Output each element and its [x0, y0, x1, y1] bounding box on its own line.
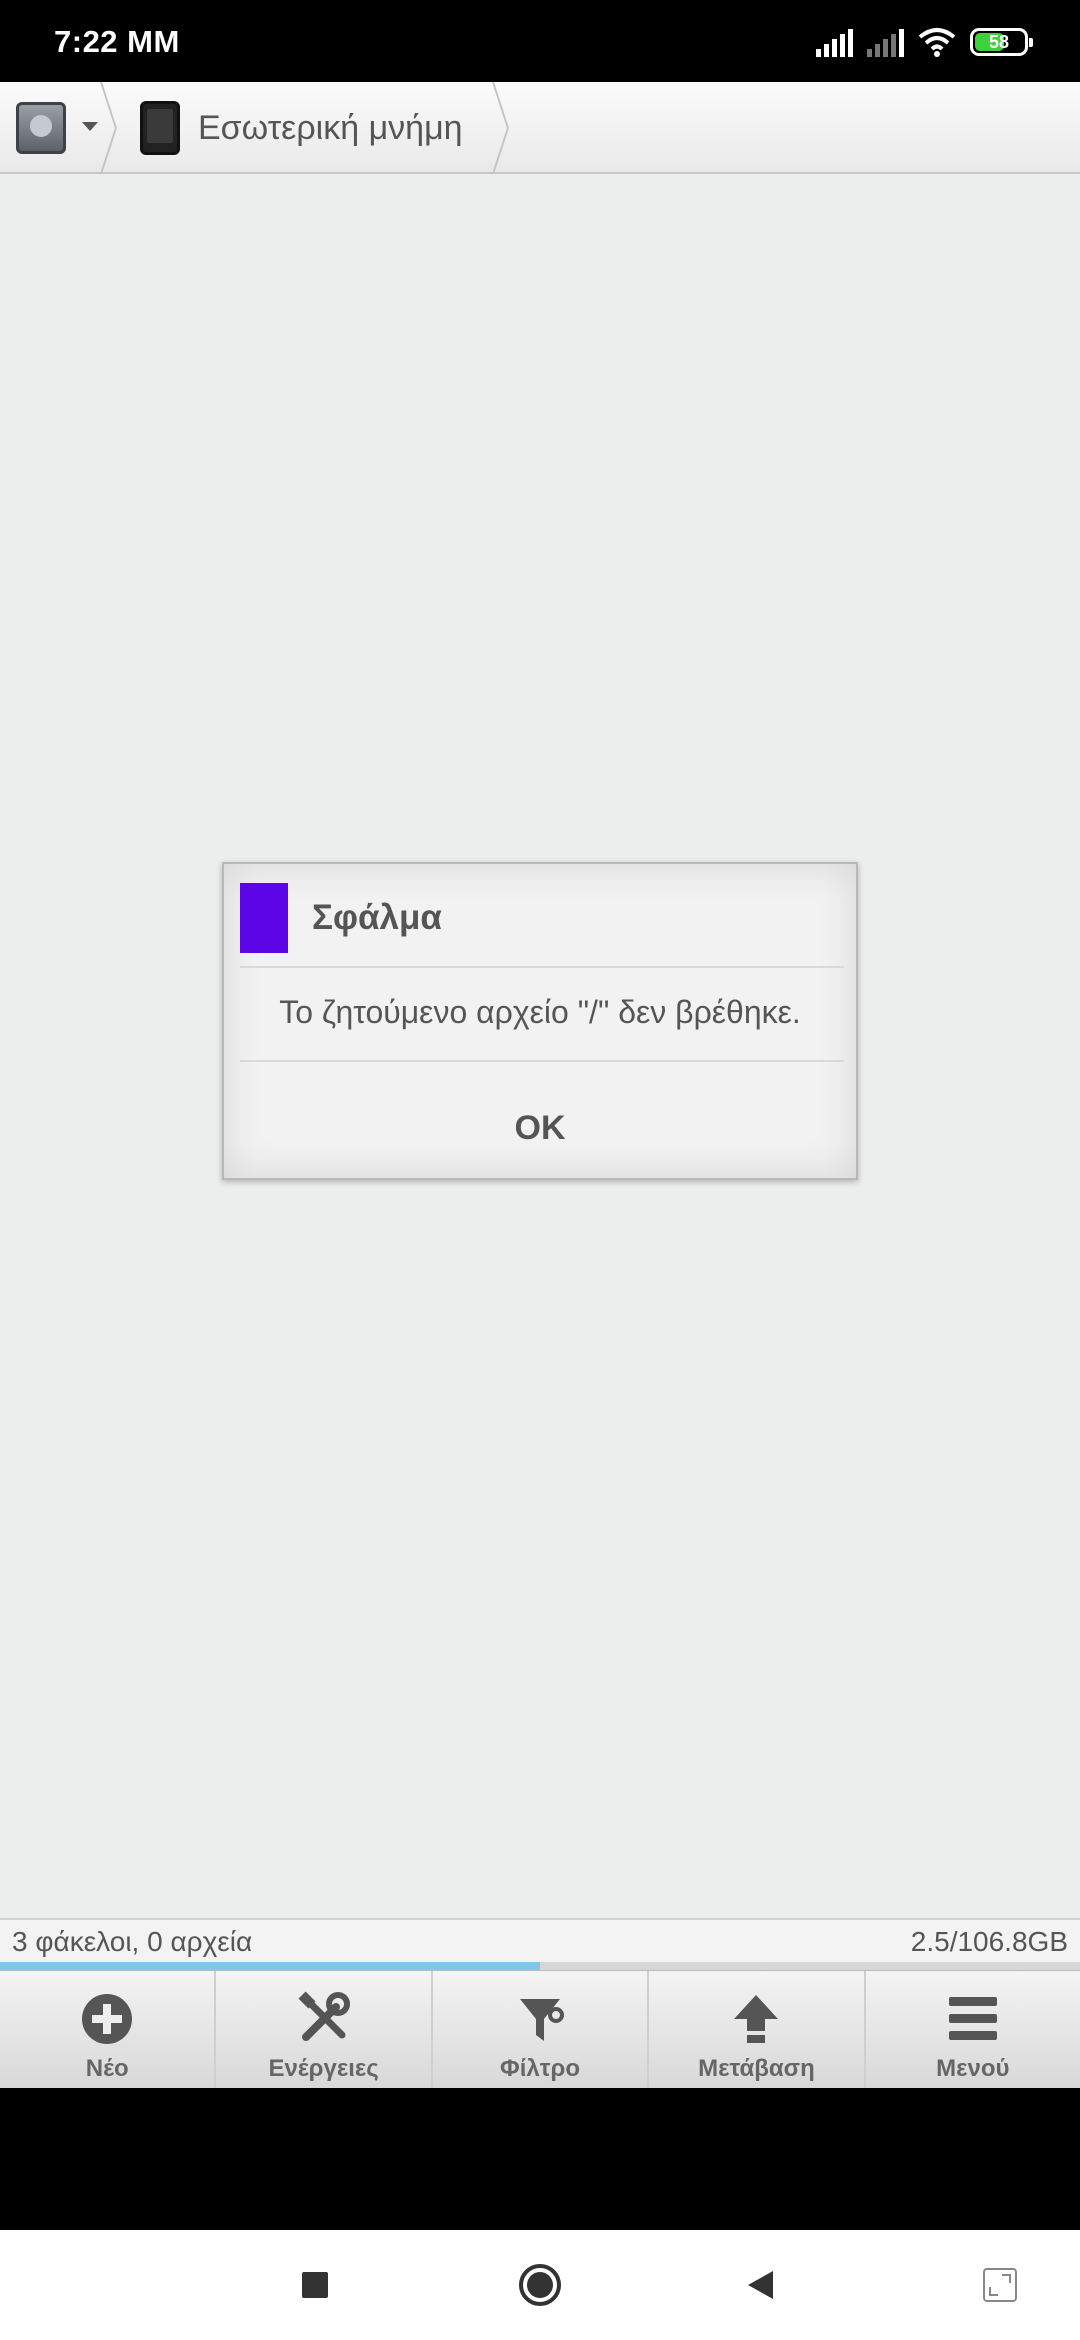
- new-button[interactable]: Νέο: [0, 1971, 217, 2088]
- root-selector-button[interactable]: [12, 98, 102, 158]
- dialog-divider: [240, 1060, 844, 1062]
- storage-usage: 2.5/106.8GB: [910, 1926, 1068, 1957]
- filter-icon: [520, 1999, 565, 2041]
- status-time: 7:22 ΜΜ: [54, 24, 180, 59]
- recents-button[interactable]: [260, 2230, 370, 2340]
- status-icons: 58: [816, 22, 1033, 62]
- dialog-title: Σφάλμα: [312, 898, 442, 937]
- dialog-divider: [240, 966, 844, 968]
- expand-icon: [983, 2268, 1017, 2302]
- actions-button-label: Ενέργειες: [268, 2055, 379, 2082]
- dialog-color-bar: [240, 883, 288, 953]
- info-bar: 3 φάκελοι, 0 αρχεία 2.5/106.8GB: [0, 1918, 1080, 1962]
- status-bar: 7:22 ΜΜ 58: [0, 0, 1080, 82]
- breadcrumb-item-internal-storage[interactable]: Εσωτερική μνήμη: [140, 96, 463, 160]
- signal-icon: [867, 27, 904, 57]
- go-up-button-label: Μετάβαση: [698, 2055, 815, 2082]
- arrow-up-icon: [734, 1995, 779, 2043]
- action-bar: Νέο Ενέργειες Φίλτρο Μετάβαση Μενού: [0, 1970, 1080, 2088]
- plus-circle-icon: [82, 1994, 133, 2044]
- breadcrumb-separator: [492, 82, 512, 174]
- new-button-label: Νέο: [85, 2055, 129, 2082]
- back-triangle-icon: [748, 2271, 773, 2299]
- dialog-header: Σφάλμα: [240, 882, 840, 954]
- home-circle-icon: [519, 2264, 561, 2306]
- folder-file-count: 3 φάκελοι, 0 αρχεία: [12, 1926, 253, 1957]
- black-band: [0, 2088, 1080, 2230]
- menu-button[interactable]: Μενού: [866, 1971, 1080, 2088]
- signal-icon: [816, 27, 853, 57]
- dialog-message: Το ζητούμενο αρχείο "/" δεν βρέθηκε.: [279, 994, 801, 1030]
- breadcrumb-separator: [100, 82, 120, 174]
- actions-button[interactable]: Ενέργειες: [216, 1971, 433, 2088]
- tools-icon: [298, 1991, 350, 2041]
- battery-icon: 58: [970, 28, 1033, 56]
- filter-button[interactable]: Φίλτρο: [433, 1971, 650, 2088]
- chevron-down-icon: [82, 122, 98, 131]
- battery-level: 58: [988, 31, 1010, 52]
- storage-progress-fill: [0, 1962, 540, 1970]
- error-dialog: Σφάλμα Το ζητούμενο αρχείο "/" δεν βρέθη…: [222, 862, 858, 1180]
- expand-button[interactable]: [945, 2230, 1055, 2340]
- home-button[interactable]: [485, 2230, 595, 2340]
- breadcrumb-label: Εσωτερική μνήμη: [198, 108, 463, 147]
- system-nav-bar: [0, 2230, 1080, 2340]
- android-icon: [16, 102, 66, 154]
- ok-button[interactable]: OK: [240, 1094, 840, 1162]
- breadcrumb: Εσωτερική μνήμη: [0, 82, 1080, 174]
- menu-icon: [948, 1997, 997, 2040]
- phone-icon: [140, 101, 180, 155]
- storage-progress-bar: [0, 1962, 1080, 1970]
- go-up-button[interactable]: Μετάβαση: [649, 1971, 866, 2088]
- filter-button-label: Φίλτρο: [500, 2055, 580, 2082]
- wifi-icon: [918, 28, 956, 57]
- menu-button-label: Μενού: [936, 2055, 1010, 2082]
- recents-square-icon: [302, 2272, 328, 2298]
- back-button[interactable]: [705, 2230, 815, 2340]
